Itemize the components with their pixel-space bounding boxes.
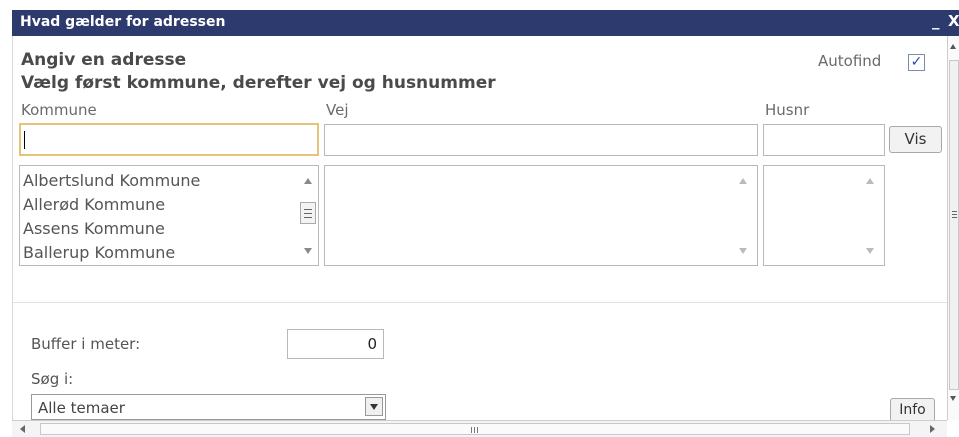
scroll-up-icon[interactable] <box>950 44 956 49</box>
scroll-down-icon[interactable] <box>739 248 747 254</box>
kommune-list-scrollbar[interactable] <box>298 166 318 265</box>
list-item[interactable]: Albertslund Kommune <box>23 169 200 193</box>
buffer-label: Buffer i meter: <box>31 335 141 353</box>
minimize-icon[interactable]: _ <box>932 12 940 30</box>
husnr-listbox[interactable] <box>763 165 885 266</box>
kommune-label: Kommune <box>21 101 97 119</box>
vis-button[interactable]: Vis <box>889 126 942 153</box>
panel-vertical-scrollbar[interactable] <box>947 36 959 420</box>
scroll-up-icon[interactable] <box>304 178 312 184</box>
husnr-input[interactable] <box>763 124 885 156</box>
window-titlebar: Hvad gælder for adressen _ X <box>12 10 959 36</box>
buffer-input-value: 0 <box>367 335 377 353</box>
vej-list-scrollbar[interactable] <box>729 166 757 265</box>
scroll-down-icon[interactable] <box>950 396 956 401</box>
scroll-left-icon[interactable] <box>20 425 25 433</box>
scroll-up-icon[interactable] <box>739 178 747 184</box>
address-panel: Angiv en adresse Vælg først kommune, der… <box>12 36 948 420</box>
scroll-thumb[interactable] <box>949 60 959 390</box>
search-in-label: Søg i: <box>31 370 74 388</box>
panel-horizontal-scrollbar[interactable] <box>12 420 947 437</box>
scroll-down-icon[interactable] <box>304 248 312 254</box>
close-icon[interactable]: X <box>948 12 959 30</box>
scroll-up-icon[interactable] <box>866 178 874 184</box>
form-subheading: Vælg først kommune, derefter vej og husn… <box>21 73 496 93</box>
info-button[interactable]: Info <box>890 398 935 420</box>
text-caret <box>24 131 25 149</box>
search-in-selected: Alle temaer <box>38 399 125 417</box>
list-item[interactable]: Allerød Kommune <box>23 193 200 217</box>
vej-label: Vej <box>326 101 349 119</box>
kommune-listbox[interactable]: Albertslund Kommune Allerød Kommune Asse… <box>19 165 319 266</box>
form-heading: Angiv en adresse <box>21 50 187 70</box>
kommune-input[interactable] <box>19 123 319 156</box>
list-item[interactable]: Assens Kommune <box>23 217 200 241</box>
kommune-list: Albertslund Kommune Allerød Kommune Asse… <box>23 169 200 265</box>
autofind-checkbox[interactable]: ✓ <box>908 54 925 71</box>
husnr-list-scrollbar[interactable] <box>856 166 884 265</box>
dropdown-button[interactable] <box>365 397 383 416</box>
scroll-right-icon[interactable] <box>930 425 935 433</box>
vej-input[interactable] <box>324 124 758 156</box>
chevron-down-icon <box>370 404 378 410</box>
search-in-select[interactable]: Alle temaer <box>31 394 386 420</box>
list-item[interactable]: Ballerup Kommune <box>23 241 200 265</box>
scroll-thumb[interactable] <box>40 423 910 435</box>
checkmark-icon: ✓ <box>910 54 923 70</box>
window-title: Hvad gælder for adressen <box>20 14 226 30</box>
buffer-input[interactable]: 0 <box>287 329 384 359</box>
scroll-thumb[interactable] <box>300 202 316 224</box>
autofind-label: Autofind <box>818 52 882 70</box>
husnr-label: Husnr <box>765 101 810 119</box>
section-divider <box>13 302 948 303</box>
scroll-down-icon[interactable] <box>866 248 874 254</box>
vej-listbox[interactable] <box>324 165 758 266</box>
